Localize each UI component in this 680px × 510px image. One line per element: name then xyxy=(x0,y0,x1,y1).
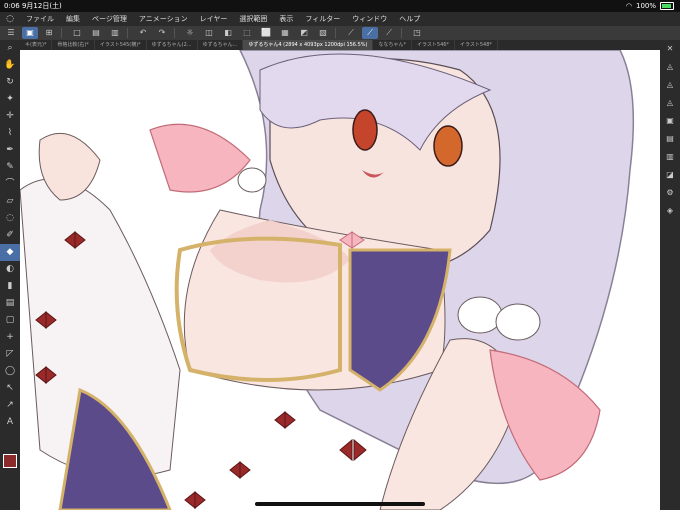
menu-item-help[interactable]: ヘルプ xyxy=(393,12,426,26)
menu-item-window[interactable]: ウィンドウ xyxy=(346,12,393,26)
frame-icon[interactable]: ▢ xyxy=(0,312,20,329)
undo-icon[interactable]: ↶ xyxy=(135,27,151,39)
wifi-icon: ◠ xyxy=(625,2,632,10)
tab-document[interactable]: ゆずるちゃん(2... xyxy=(147,40,198,50)
figure-icon[interactable]: ◸ xyxy=(0,346,20,363)
menu-item-edit[interactable]: 編集 xyxy=(60,12,86,26)
pencil-icon[interactable]: ✎ xyxy=(0,159,20,176)
selection-border-icon[interactable]: ▧ xyxy=(315,27,331,39)
undo-history-icon[interactable]: ◪ xyxy=(660,166,680,184)
fill-icon[interactable]: ▮ xyxy=(0,278,20,295)
new-icon[interactable]: □ xyxy=(69,27,85,39)
tab-document[interactable]: キ(表元)* xyxy=(20,40,53,50)
status-time: 0:06 xyxy=(4,2,20,10)
menu-item-selection[interactable]: 選択範囲 xyxy=(233,12,273,26)
divider xyxy=(174,28,175,38)
gear-icon[interactable]: ⚙ xyxy=(660,184,680,202)
menu-item-view[interactable]: 表示 xyxy=(273,12,299,26)
transform-icon[interactable]: ⬚ xyxy=(239,27,255,39)
tab-document-active[interactable]: ゆずるちゃん4 (2894 x 4093px 1200dpi 156.5%) xyxy=(243,40,374,50)
fill-icon[interactable]: ◧ xyxy=(220,27,236,39)
animation-icon[interactable]: ◳ xyxy=(409,27,425,39)
menu-icon[interactable]: ☰ xyxy=(3,27,19,39)
status-bar: 0:06 9月12日(土) ◠ 100% xyxy=(0,0,680,12)
layer-2-icon[interactable]: ◬ xyxy=(660,76,680,94)
tab-document[interactable]: イラスト546* xyxy=(412,40,455,50)
line-icon[interactable]: ↗ xyxy=(0,397,20,414)
blur-icon[interactable]: ▤ xyxy=(0,295,20,312)
main-color-swatch[interactable] xyxy=(3,454,17,468)
layer-3-icon[interactable]: ◬ xyxy=(660,94,680,112)
menu-item-layer[interactable]: レイヤー xyxy=(194,12,234,26)
pen-2-icon[interactable]: ✐ xyxy=(0,227,20,244)
right-panel-bar: ✕ ◬ ◬ ◬ ▣ ▤ ▥ ◪ ⚙ ◈ xyxy=(660,40,680,510)
snap-icon[interactable]: ⟋ xyxy=(362,27,378,39)
hand-icon[interactable]: ✋ xyxy=(0,57,20,74)
ruler-icon[interactable]: ⟋ xyxy=(343,27,359,39)
blend-icon[interactable]: ◆ xyxy=(0,244,20,261)
menu-item-page[interactable]: ページ管理 xyxy=(86,12,133,26)
artwork-illustration xyxy=(20,50,635,510)
tab-document[interactable]: イラスト548* xyxy=(455,40,498,50)
divider xyxy=(401,28,402,38)
battery-icon xyxy=(660,2,674,10)
crop-icon[interactable]: ▦ xyxy=(277,27,293,39)
eraser-icon[interactable]: ▱ xyxy=(0,193,20,210)
tab-document[interactable]: 骨格比較(右)* xyxy=(52,40,95,50)
lasso-icon[interactable]: ◌ xyxy=(0,210,20,227)
menu-item-animation[interactable]: アニメーション xyxy=(133,12,194,26)
balloon-icon[interactable]: ◯ xyxy=(0,363,20,380)
export-icon[interactable]: ▤ xyxy=(660,130,680,148)
save-icon[interactable]: ▣ xyxy=(660,112,680,130)
status-right: ◠ 100% xyxy=(626,0,674,12)
menu-item-file[interactable]: ファイル xyxy=(20,12,60,26)
save-icon[interactable]: ▥ xyxy=(107,27,123,39)
home-indicator xyxy=(255,502,425,506)
battery-percent: 100% xyxy=(635,2,656,10)
menu-bar: ◌ ファイル 編集 ページ管理 アニメーション レイヤー 選択範囲 表示 フィル… xyxy=(0,12,680,26)
layer-select-icon[interactable]: ⊞ xyxy=(41,27,57,39)
text-icon[interactable]: A xyxy=(0,414,20,431)
redo-icon[interactable]: ↷ xyxy=(154,27,170,39)
app-logo-icon[interactable]: ◌ xyxy=(0,12,20,26)
move-icon[interactable]: ✛ xyxy=(0,108,20,125)
drawing-canvas[interactable] xyxy=(20,50,660,510)
magic-wand-icon[interactable]: ✦ xyxy=(0,91,20,108)
command-bar: ☰ ▣ ⊞ □ ▤ ▥ ↶ ↷ ☼ ◫ ◧ ⬚ ⬜ ▦ ◩ ▧ ⟋ ⟋ ⟋ ◳ xyxy=(0,26,680,40)
divider xyxy=(335,28,336,38)
divider xyxy=(127,28,128,38)
status-time-date: 0:06 9月12日(土) xyxy=(4,0,62,12)
deselect-icon[interactable]: ⬜ xyxy=(258,27,274,39)
pen-icon[interactable]: ✒ xyxy=(0,142,20,159)
document-tabs: キ(表元)* 骨格比較(右)* イラスト545(横)* ゆずるちゃん(2... … xyxy=(20,40,660,50)
close-icon[interactable]: ✕ xyxy=(660,40,680,58)
divider xyxy=(61,28,62,38)
menu-item-filter[interactable]: フィルター xyxy=(299,12,346,26)
eyedropper-icon[interactable]: ⌇ xyxy=(0,125,20,142)
tab-document[interactable]: ななちゃん* xyxy=(373,40,412,50)
operation-icon[interactable]: ↖ xyxy=(0,380,20,397)
layers-icon[interactable]: ◈ xyxy=(660,202,680,220)
clear-icon[interactable]: ◫ xyxy=(201,27,217,39)
special-ruler-icon[interactable]: ⟋ xyxy=(381,27,397,39)
status-date: 9月12日(土) xyxy=(21,2,62,10)
export-2-icon[interactable]: ▥ xyxy=(660,148,680,166)
gradient-icon[interactable]: ◐ xyxy=(0,261,20,278)
loading-icon[interactable]: ☼ xyxy=(182,27,198,39)
plus-icon[interactable]: + xyxy=(0,329,20,346)
invert-icon[interactable]: ◩ xyxy=(296,27,312,39)
open-icon[interactable]: ▤ xyxy=(88,27,104,39)
brush-icon[interactable]: ⌒ xyxy=(0,176,20,193)
tab-document[interactable]: ゆずるちゃん... xyxy=(198,40,244,50)
tab-document[interactable]: イラスト545(横)* xyxy=(95,40,147,50)
zoom-icon[interactable]: ⌕ xyxy=(0,40,20,57)
layer-icon[interactable]: ◬ xyxy=(660,58,680,76)
rotate-icon[interactable]: ↻ xyxy=(0,74,20,91)
tool-bar: ⌕ ✋ ↻ ✦ ✛ ⌇ ✒ ✎ ⌒ ▱ ◌ ✐ ◆ ◐ ▮ ▤ ▢ + ◸ ◯ … xyxy=(0,40,20,510)
canvas-icon[interactable]: ▣ xyxy=(22,27,38,39)
